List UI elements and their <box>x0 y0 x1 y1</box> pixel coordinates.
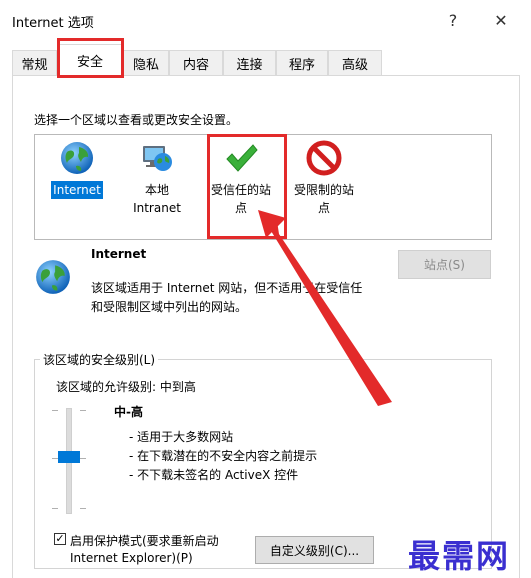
restricted-icon <box>306 140 342 176</box>
zone-name: Internet <box>91 247 147 261</box>
close-button[interactable]: ✕ <box>481 6 521 34</box>
window-title: Internet 选项 <box>12 16 94 31</box>
level-bullet-3: - 不下载未签名的 ActiveX 控件 <box>129 468 299 482</box>
slider-tick <box>80 410 86 411</box>
slider-tick <box>80 508 86 509</box>
tab-advanced[interactable]: 高级 <box>328 50 382 75</box>
allowed-level-label: 该区域的允许级别: 中到高 <box>56 380 196 394</box>
zone-description-line-1: 该区域适用于 Internet 网站，但不适用于在受信任 <box>91 281 363 295</box>
tab-connections[interactable]: 连接 <box>223 50 276 75</box>
level-bullet-2: - 在下载潜在的不安全内容之前提示 <box>129 449 318 463</box>
annotation-highlight-security-tab <box>57 38 124 78</box>
globe-icon-large <box>36 260 70 294</box>
slider-tick <box>52 508 58 509</box>
slider-tick <box>52 410 58 411</box>
level-name: 中-高 <box>114 405 143 419</box>
zone-prompt: 选择一个区域以查看或更改安全设置。 <box>34 113 239 127</box>
zone-internet-label: Internet <box>51 181 103 199</box>
zone-local-intranet-label-2: Intranet <box>133 201 181 215</box>
tab-privacy[interactable]: 隐私 <box>123 50 169 75</box>
zone-description-line-2: 和受限制区域中列出的网站。 <box>91 300 248 314</box>
zone-local-intranet-label-1: 本地 <box>144 183 169 197</box>
level-bullet-1: - 适用于大多数网站 <box>129 430 234 444</box>
zone-internet[interactable]: Internet <box>37 140 117 199</box>
custom-level-button[interactable]: 自定义级别(C)... <box>255 536 374 564</box>
tab-content[interactable]: 内容 <box>169 50 223 75</box>
protected-mode-checkbox[interactable]: ✓ <box>54 533 66 545</box>
zone-restricted-sites-label-2: 点 <box>317 201 330 215</box>
zone-restricted-sites[interactable]: 受限制的站 点 <box>284 140 364 217</box>
globe-icon <box>61 142 93 174</box>
zone-restricted-sites-label-1: 受限制的站 <box>293 183 354 197</box>
protected-mode-label-1: 启用保护模式(要求重新启动 <box>70 534 219 548</box>
protected-mode-label-2: Internet Explorer)(P) <box>70 551 193 565</box>
security-level-group-title: 该区域的安全级别(L) <box>40 351 159 368</box>
zone-local-intranet[interactable]: 本地 Intranet <box>117 140 197 217</box>
annotation-highlight-trusted-sites <box>207 134 287 239</box>
help-button[interactable]: ? <box>433 6 473 34</box>
local-intranet-icon <box>143 146 172 171</box>
sites-button[interactable]: 站点(S) <box>398 250 491 279</box>
tab-programs[interactable]: 程序 <box>276 50 328 75</box>
security-slider-thumb[interactable] <box>58 451 80 463</box>
watermark-logo: 最需网 <box>408 537 511 575</box>
slider-tick <box>80 458 86 459</box>
tab-general[interactable]: 常规 <box>12 50 57 75</box>
